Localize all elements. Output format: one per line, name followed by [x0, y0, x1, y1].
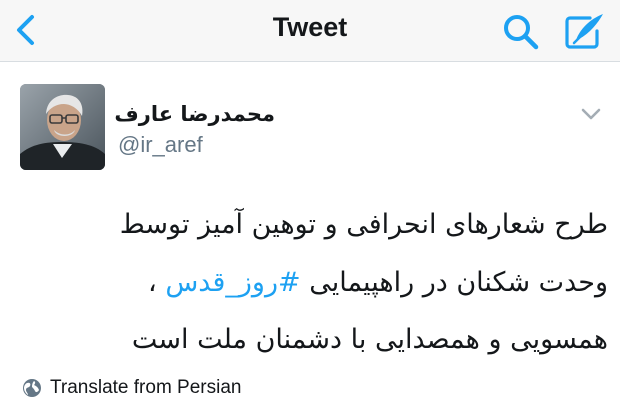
translate-label: Translate from Persian [50, 377, 242, 398]
avatar[interactable] [20, 84, 105, 170]
tweet-text-line-1: طرح شعارهای انحرافی و توهین آمیز توسط [119, 209, 608, 240]
compose-tweet-icon [565, 14, 603, 49]
author-display-name[interactable]: محمدرضا عارف [114, 102, 275, 126]
tweet-detail: محمدرضا عارف @ir_aref طرح شعارهای انحراف… [0, 62, 620, 415]
hashtag-link[interactable]: #روز_قدس [165, 267, 300, 298]
chevron-down-icon [581, 108, 601, 120]
tweet-text-line-3: همسویی و همصدایی با دشمنان ملت است [131, 324, 608, 355]
tweet-text-segment: ، [148, 267, 166, 298]
tweet-text-segment: وحدت شکنان در راهپیمایی [300, 267, 608, 298]
globe-icon [23, 379, 41, 397]
compose-tweet-button[interactable] [560, 9, 608, 53]
search-icon [504, 15, 539, 50]
navigation-bar: Tweet [0, 0, 620, 62]
profile-photo [20, 84, 105, 170]
tweet-menu-button[interactable] [578, 104, 604, 124]
tweet-text-line-2: وحدت شکنان در راهپیمایی #روز_قدس ، [20, 267, 608, 298]
author-username[interactable]: @ir_aref [118, 132, 203, 158]
search-button[interactable] [500, 11, 542, 53]
